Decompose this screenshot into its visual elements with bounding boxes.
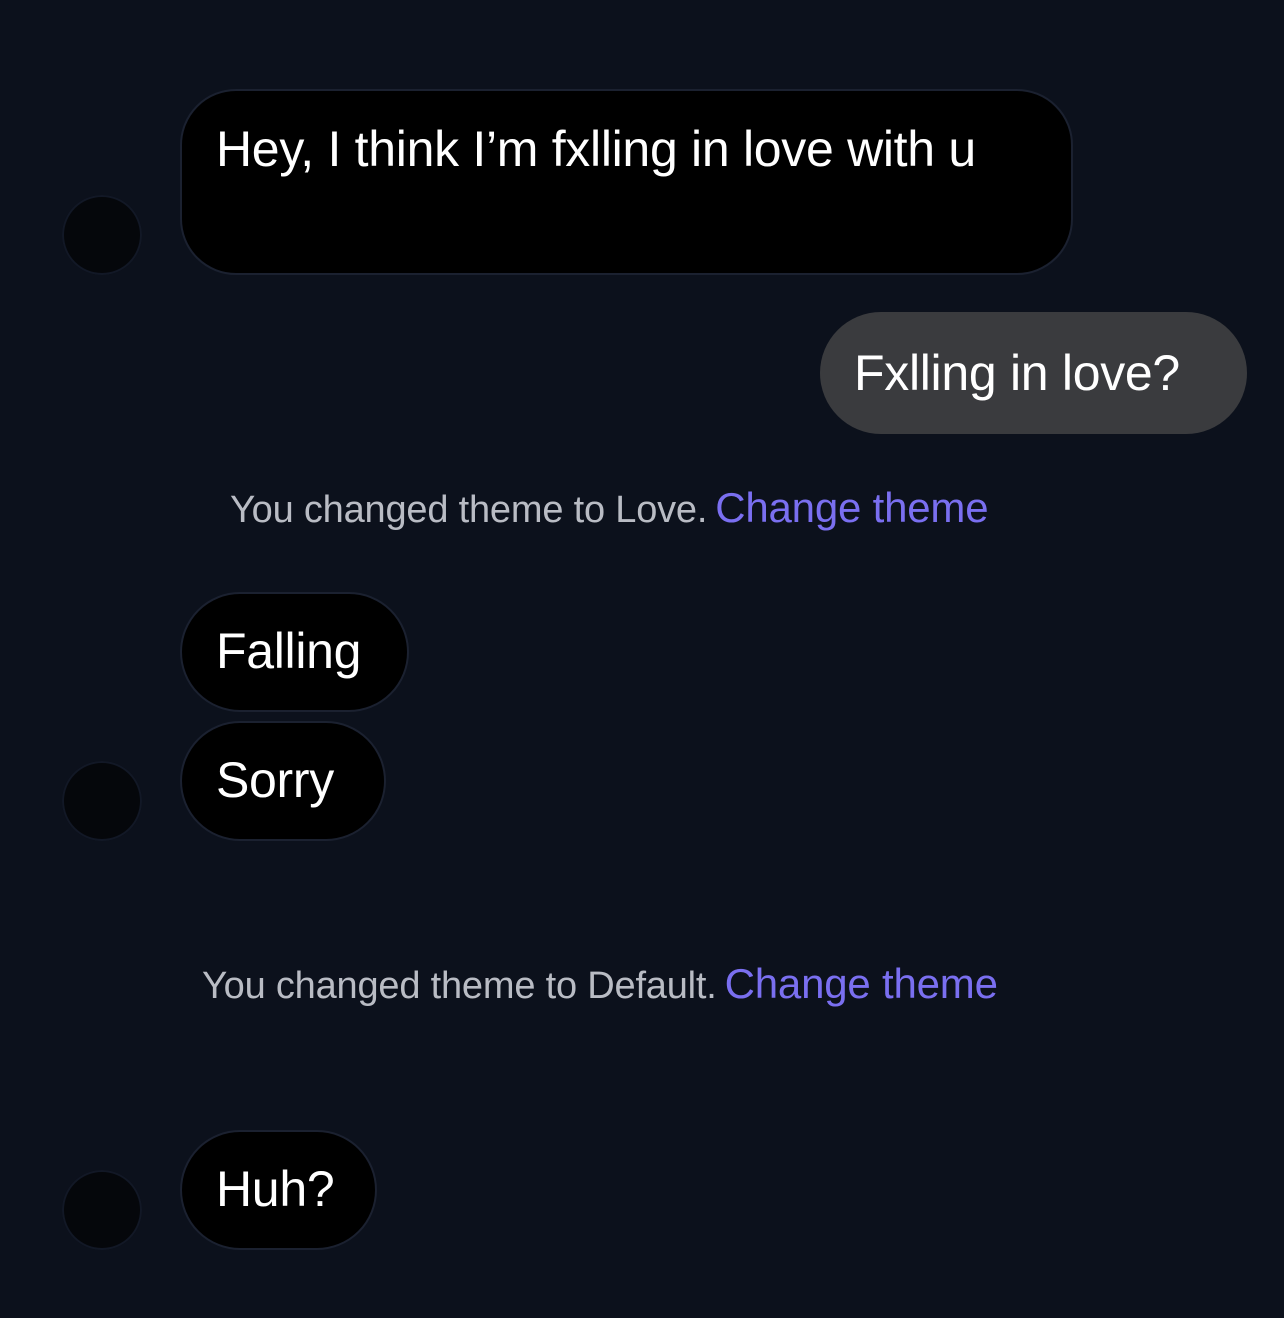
system-notice-text: You changed theme to Default. — [202, 965, 717, 1007]
incoming-message-bubble[interactable]: Sorry — [180, 721, 386, 841]
change-theme-link[interactable]: Change theme — [725, 960, 998, 1007]
change-theme-link[interactable]: Change theme — [715, 484, 988, 531]
message-text: Fxlling in love? — [854, 345, 1180, 401]
contact-avatar[interactable] — [62, 761, 142, 841]
contact-avatar[interactable] — [62, 195, 142, 275]
message-text: Falling — [216, 623, 362, 679]
incoming-message-bubble[interactable]: Falling — [180, 592, 409, 712]
incoming-message-bubble[interactable]: Huh? — [180, 1130, 377, 1250]
message-text: Hey, I think I’m fxlling in love with u — [216, 121, 976, 177]
message-text: Huh? — [216, 1161, 335, 1217]
contact-avatar[interactable] — [62, 1170, 142, 1250]
message-text: Sorry — [216, 752, 334, 808]
outgoing-message-bubble[interactable]: Fxlling in love? — [820, 312, 1247, 434]
chat-thread: Hey, I think I’m fxlling in love with u … — [0, 0, 1284, 1318]
incoming-message-bubble[interactable]: Hey, I think I’m fxlling in love with u — [180, 89, 1073, 275]
theme-change-notice: You changed theme to Default. Change them… — [202, 960, 998, 1010]
system-notice-text: You changed theme to Love. — [230, 489, 708, 531]
theme-change-notice: You changed theme to Love. Change theme — [230, 484, 989, 534]
